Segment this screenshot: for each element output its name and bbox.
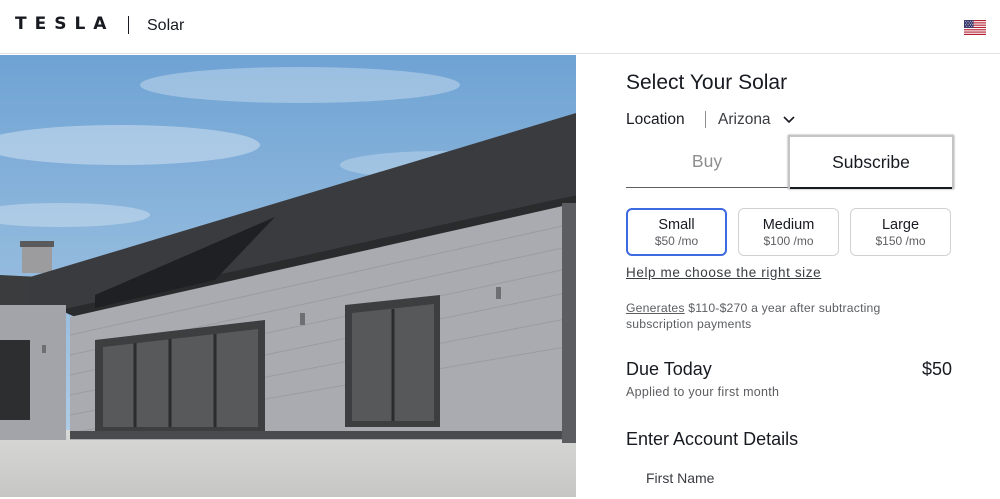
size-option-medium[interactable]: Medium $100 /mo — [738, 208, 839, 256]
system-size-options: Small $50 /mo Medium $100 /mo Large $150… — [626, 208, 952, 258]
tab-buy[interactable]: Buy — [626, 135, 788, 188]
location-label: Location — [626, 111, 685, 128]
location-divider — [705, 111, 706, 128]
generates-link[interactable]: Generates — [626, 301, 685, 315]
header-divider — [128, 16, 129, 34]
purchase-type-tabs: Buy Subscribe — [626, 135, 954, 189]
size-name: Small — [658, 217, 695, 233]
savings-estimate: Generates $110-$270 a year after subtrac… — [626, 300, 926, 332]
due-today-note: Applied to your first month — [626, 385, 780, 399]
size-name: Large — [881, 217, 920, 233]
size-price: $50 /mo — [654, 234, 699, 248]
first-name-field[interactable] — [640, 491, 940, 499]
us-flag-icon[interactable] — [964, 20, 986, 35]
page-title: Select Your Solar — [626, 71, 788, 94]
top-nav: TESLA Solar — [0, 0, 1000, 54]
size-name: Medium — [762, 217, 815, 233]
house-illustration — [0, 55, 576, 497]
first-name-label: First Name — [646, 470, 715, 486]
account-details-heading: Enter Account Details — [626, 429, 799, 449]
product-name[interactable]: Solar — [147, 17, 184, 35]
size-option-small[interactable]: Small $50 /mo — [626, 208, 727, 256]
size-option-large[interactable]: Large $150 /mo — [850, 208, 951, 256]
size-price: $100 /mo — [763, 234, 814, 248]
tab-subscribe[interactable]: Subscribe — [788, 135, 954, 189]
due-today-amount: $50 — [921, 359, 952, 379]
chevron-down-icon[interactable] — [782, 112, 796, 126]
location-selector[interactable]: Arizona — [718, 111, 771, 129]
tesla-logo[interactable]: TESLA — [15, 14, 114, 34]
size-price: $150 /mo — [875, 234, 926, 248]
configurator-panel: Select Your Solar Location Arizona Buy S… — [626, 55, 956, 499]
due-today-label: Due Today — [626, 359, 712, 379]
help-choose-size-link[interactable]: Help me choose the right size — [626, 265, 821, 280]
house-solar-image — [0, 55, 576, 497]
